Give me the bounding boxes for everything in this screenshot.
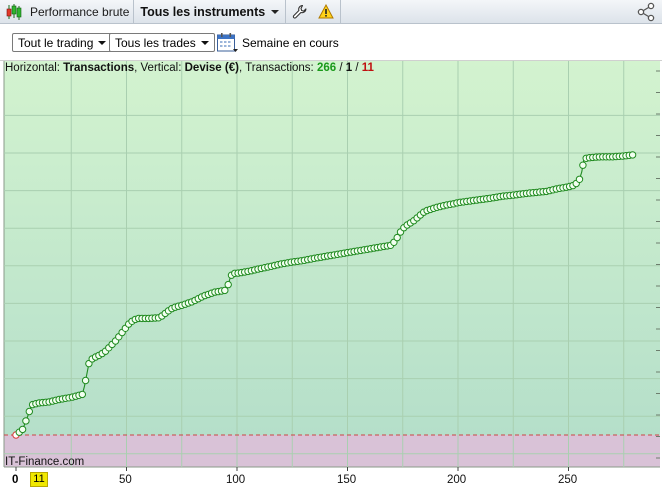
horizontal-label: Horizontal:: [5, 62, 64, 74]
x-tick-label: 50: [119, 474, 132, 486]
brand-watermark: IT-Finance.com: [5, 456, 85, 468]
wrench-icon: [293, 4, 307, 19]
x-tick-label: 150: [337, 474, 357, 486]
warning-icon[interactable]: [318, 4, 335, 19]
vertical-value: Devise (€): [184, 62, 239, 74]
horizontal-value: Transactions: [63, 62, 135, 74]
trade-marker: [22, 417, 30, 425]
calendar-icon[interactable]: [216, 32, 238, 54]
filter-bar: Tout le trading Tous les trades Semaine …: [0, 24, 662, 61]
trade-marker: [579, 161, 587, 169]
chart-type-section[interactable]: Performance brute: [0, 0, 135, 24]
separator: /: [352, 62, 362, 74]
x-tick-label: 200: [447, 474, 467, 486]
candlestick-chart-icon: [6, 3, 22, 20]
trades-filter-select[interactable]: Tous les trades: [109, 33, 215, 52]
trade-marker: [78, 390, 87, 399]
transactions-label: , Transactions:: [238, 62, 317, 74]
wrench-button[interactable]: [286, 0, 342, 24]
trading-filter-value: Tout le trading: [18, 35, 94, 50]
top-toolbar: Performance brute Tous les instruments: [0, 0, 662, 24]
share-icon[interactable]: [636, 2, 656, 22]
chevron-down-icon: [98, 40, 107, 45]
vertical-label: , Vertical:: [134, 62, 185, 74]
x-tick-label: 250: [558, 474, 578, 486]
x-tick-highlight: 11: [30, 472, 48, 487]
period-label: Semaine en cours: [242, 36, 339, 50]
trades-filter-value: Tous les trades: [115, 35, 196, 50]
chevron-down-icon: [271, 9, 280, 14]
trade-marker: [575, 175, 584, 184]
equity-chart[interactable]: [0, 61, 662, 490]
chart-info-line: Horizontal: Transactions, Vertical: Devi…: [5, 62, 374, 74]
trade-marker: [81, 376, 90, 385]
winning-count: 266: [316, 62, 337, 74]
trade-marker: [628, 151, 637, 159]
trading-filter-select[interactable]: Tout le trading: [12, 33, 113, 52]
x-tick-label: 0: [12, 474, 19, 486]
trade-marker: [224, 280, 232, 289]
trade-marker: [18, 425, 27, 434]
loss-zone: [4, 435, 660, 467]
performance-title: Performance brute: [30, 4, 130, 19]
instruments-label: Tous les instruments: [140, 4, 266, 19]
losing-count: 11: [361, 62, 374, 74]
chevron-down-icon: [200, 40, 209, 45]
trade-marker: [221, 286, 229, 295]
separator: /: [336, 62, 346, 74]
instruments-dropdown[interactable]: Tous les instruments: [134, 0, 287, 24]
x-tick-label: 100: [226, 474, 246, 486]
trade-marker: [25, 407, 33, 416]
